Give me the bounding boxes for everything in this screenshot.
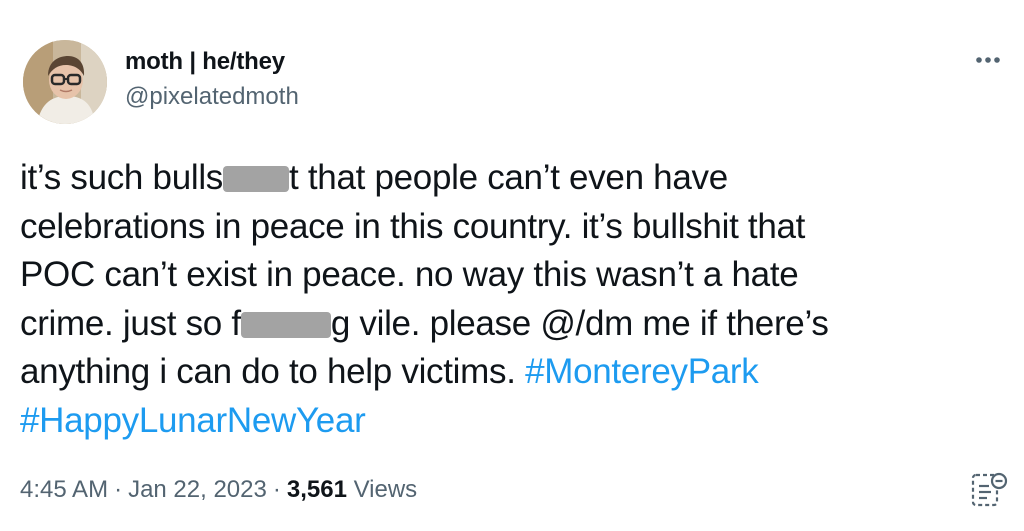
tweet-line-2: celebrations in peace in this country. i… [20,206,806,246]
views-label: Views [353,476,418,503]
hashtag-link-happylunarnewyear[interactable]: #HappyLunarNewYear [20,401,366,440]
separator-dot: · [114,476,123,503]
more-options-icon [976,57,1000,63]
tweet-time[interactable]: 4:45 AM [20,476,108,503]
tweet-line-5: anything i can do to help victims. #Mont… [20,348,1000,397]
hashtag-link-montereypark[interactable]: #MontereyPark [525,352,759,391]
tweet-text: it’s such bulls t that people can’t even … [20,154,1000,445]
author-handle[interactable]: @pixelatedmoth [125,83,299,111]
tweet-card: moth | he/they @pixelatedmoth it’s such … [0,0,1024,531]
tweet-line-4: crime. just so f g vile. please @/dm me i… [20,300,1000,349]
author-display-name[interactable]: moth | he/they [125,48,285,76]
tweet-meta: 4:45 AM · Jan 22, 2023 · 3,561 Views [20,476,417,504]
tweet-date[interactable]: Jan 22, 2023 [128,476,267,503]
tweet-line-6: #HappyLunarNewYear [20,397,1000,446]
text-segment: anything i can do to help victims. [20,352,526,391]
redaction-box [240,311,331,338]
more-options-button[interactable] [968,48,1008,72]
separator-dot: · [272,476,281,503]
analytics-button[interactable] [970,470,1010,510]
redaction-box [223,166,290,192]
text-segment: it’s such bulls [20,158,224,197]
avatar-image [23,40,107,124]
tweet-line-1: it’s such bulls t that people can’t even … [20,154,1000,203]
text-segment: t that people can’t even have [289,158,728,197]
analytics-icon [971,472,1008,507]
avatar[interactable] [23,40,107,124]
text-segment: crime. just so f [20,303,241,343]
tweet-line-3: POC can’t exist in peace. no way this wa… [20,255,799,294]
views-count: 3,561 [286,476,347,503]
text-segment: g vile. please @/dm me if there’s [330,303,829,343]
